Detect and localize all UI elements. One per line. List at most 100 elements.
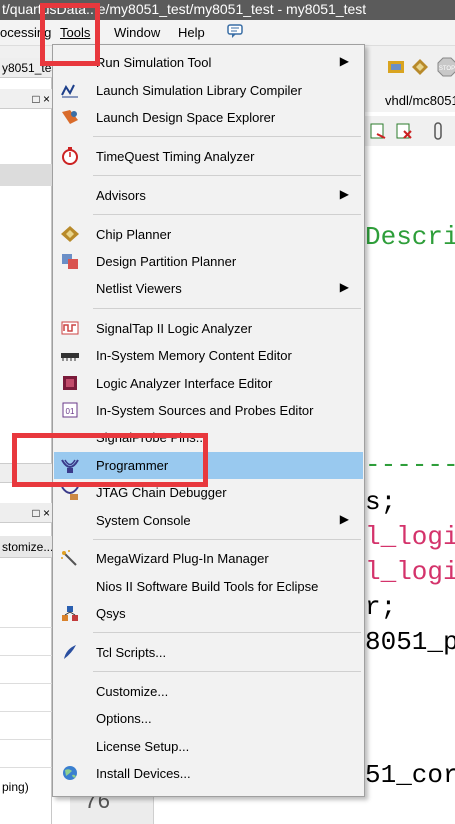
code-line: l_logi	[365, 557, 455, 587]
menu-item-label: Design Partition Planner	[96, 254, 237, 269]
compile-icon[interactable]	[387, 58, 405, 76]
menu-separator	[93, 136, 361, 137]
logic-analyzer-icon	[60, 374, 80, 392]
menu-item-label: Qsys	[96, 606, 126, 621]
code-line: -------	[365, 450, 455, 480]
delete-icon[interactable]	[395, 122, 413, 140]
analysis-icon[interactable]	[411, 58, 429, 76]
menu-item-launch-simulation-library-compiler[interactable]: Launch Simulation Library Compiler	[54, 77, 363, 104]
panel-header-mid2: □ ×	[0, 503, 52, 523]
memory-icon	[60, 346, 80, 364]
sources-probes-icon: 01	[60, 401, 80, 419]
menu-item-label: Nios II Software Build Tools for Eclipse	[96, 579, 319, 594]
main-toolbar: STOP	[365, 48, 455, 90]
bookmark-icon[interactable]	[433, 122, 443, 140]
wand-icon	[60, 549, 80, 567]
menu-item-advisors[interactable]: Advisors ▶	[54, 182, 363, 209]
menu-item-options[interactable]: Options...	[54, 705, 363, 732]
menu-item-megawizard[interactable]: MegaWizard Plug-In Manager	[54, 545, 363, 572]
code-line: Descri	[365, 222, 455, 252]
menu-separator	[93, 632, 361, 633]
menu-separator	[93, 175, 361, 176]
list-item[interactable]	[0, 606, 52, 628]
menu-item-netlist-viewers[interactable]: Netlist Viewers ▶	[54, 275, 363, 302]
stopwatch-icon	[60, 147, 80, 165]
menu-item-label: MegaWizard Plug-In Manager	[96, 551, 269, 566]
editor-toolbar	[365, 116, 455, 146]
menu-item-chip-planner[interactable]: Chip Planner	[54, 221, 363, 248]
list-item[interactable]	[0, 690, 52, 712]
menu-item-in-system-sources-probes[interactable]: 01 In-System Sources and Probes Editor	[54, 397, 363, 424]
menu-item-label: Run Simulation Tool	[96, 55, 212, 70]
menu-item-label: Launch Design Space Explorer	[96, 110, 276, 125]
list-item[interactable]	[0, 634, 52, 656]
menu-item-signaltap[interactable]: SignalTap II Logic Analyzer	[54, 315, 363, 342]
code-line: s;	[365, 487, 397, 517]
tcl-icon	[60, 643, 80, 661]
stop-icon[interactable]: STOP	[437, 57, 455, 77]
menu-item-label: Install Devices...	[96, 766, 191, 781]
panel-controls-mid[interactable]: □ ×	[32, 503, 50, 522]
menu-item-label: In-System Memory Content Editor	[96, 348, 292, 363]
menu-item-install-devices[interactable]: Install Devices...	[54, 760, 363, 787]
menu-item-label: Tcl Scripts...	[96, 645, 167, 660]
submenu-arrow-icon: ▶	[339, 280, 349, 294]
menu-item-in-system-memory-content-editor[interactable]: In-System Memory Content Editor	[54, 342, 363, 369]
menu-separator	[93, 308, 361, 309]
status-row: ping)	[2, 780, 29, 794]
menu-item-launch-design-space-explorer[interactable]: Launch Design Space Explorer	[54, 104, 363, 131]
menu-item-design-partition-planner[interactable]: Design Partition Planner	[54, 248, 363, 275]
panel-header-top: □ ×	[0, 89, 52, 109]
menu-item-label: In-System Sources and Probes Editor	[96, 403, 314, 418]
tools-menu: Run Simulation Tool ▶ Launch Simulation …	[52, 44, 365, 797]
panel-controls[interactable]: □ ×	[32, 89, 50, 108]
signaltap-icon	[60, 319, 80, 337]
design-space-icon	[60, 108, 80, 126]
code-line: 51_cor	[365, 760, 455, 790]
list-item[interactable]	[0, 746, 52, 768]
code-line: l_logi	[365, 522, 455, 552]
submenu-arrow-icon: ▶	[339, 512, 349, 526]
menu-item-license-setup[interactable]: License Setup...	[54, 733, 363, 760]
customize-row[interactable]: stomize...	[0, 536, 52, 558]
menu-help[interactable]: Help	[178, 25, 205, 40]
code-line: 8051_p	[365, 627, 455, 657]
menu-item-label: JTAG Chain Debugger	[96, 485, 227, 500]
submenu-arrow-icon: ▶	[339, 54, 349, 68]
menu-item-customize[interactable]: Customize...	[54, 678, 363, 705]
menu-item-tcl-scripts[interactable]: Tcl Scripts...	[54, 639, 363, 666]
menu-window[interactable]: Window	[114, 25, 160, 40]
comment-icon[interactable]	[226, 22, 244, 43]
qsys-icon	[60, 604, 80, 622]
list-item[interactable]	[0, 662, 52, 684]
menu-separator	[93, 671, 361, 672]
chip-planner-icon	[60, 225, 80, 243]
menu-item-label: Options...	[96, 711, 152, 726]
submenu-arrow-icon: ▶	[339, 187, 349, 201]
menu-item-label: Logic Analyzer Interface Editor	[96, 376, 273, 391]
panel-selected-row[interactable]	[0, 164, 52, 186]
menu-item-nios-ii-sbt[interactable]: Nios II Software Build Tools for Eclipse	[54, 573, 363, 600]
globe-icon	[60, 764, 80, 782]
edit-icon[interactable]	[369, 122, 387, 140]
menu-item-timequest-timing-analyzer[interactable]: TimeQuest Timing Analyzer	[54, 143, 363, 170]
library-compiler-icon	[60, 81, 80, 99]
menu-item-qsys[interactable]: Qsys	[54, 600, 363, 627]
svg-text:01: 01	[66, 407, 75, 416]
menu-item-system-console[interactable]: System Console ▶	[54, 507, 363, 534]
menu-item-label: SignalTap II Logic Analyzer	[96, 321, 253, 336]
menu-item-label: TimeQuest Timing Analyzer	[96, 149, 255, 164]
menu-item-label: Launch Simulation Library Compiler	[96, 83, 302, 98]
menu-item-label: System Console	[96, 513, 191, 528]
menu-item-logic-analyzer-interface-editor[interactable]: Logic Analyzer Interface Editor	[54, 370, 363, 397]
code-line: r;	[365, 592, 397, 622]
menu-item-run-simulation-tool[interactable]: Run Simulation Tool ▶	[54, 49, 363, 76]
partition-icon	[60, 252, 80, 270]
editor-tab[interactable]: vhdl/mc8051	[365, 90, 455, 112]
list-item[interactable]	[0, 718, 52, 740]
menu-item-label: Customize...	[96, 684, 169, 699]
annotation-box-tools	[40, 3, 100, 66]
menu-item-label: Advisors	[96, 188, 146, 203]
menu-separator	[93, 214, 361, 215]
annotation-box-programmer	[12, 433, 208, 487]
